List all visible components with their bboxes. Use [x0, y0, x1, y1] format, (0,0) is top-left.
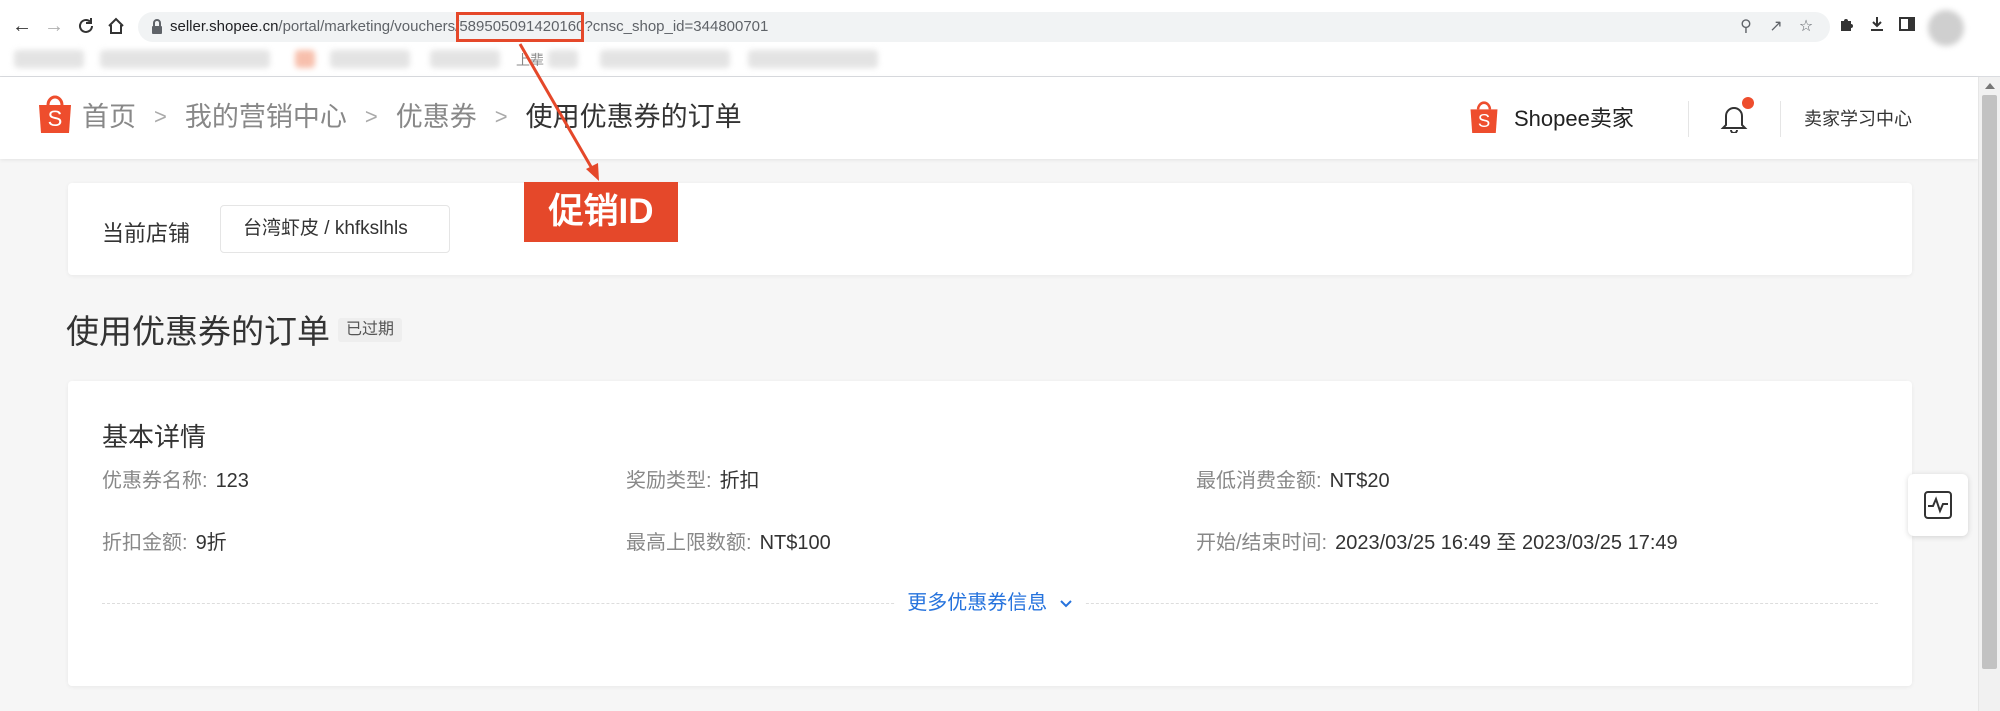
bookmark-item[interactable]: [100, 50, 270, 68]
field-key: 最低消费金额:: [1196, 470, 1322, 492]
details-title: 基本详情: [102, 422, 207, 452]
status-badge: 已过期: [338, 318, 403, 342]
bookmarks-bar: 上辈: [0, 46, 1000, 74]
breadcrumb-vouchers[interactable]: 优惠券: [396, 99, 477, 135]
page-title: 使用优惠券的订单: [66, 313, 330, 350]
seller-logo[interactable]: S Shopee卖家: [1468, 99, 1634, 135]
breadcrumb-separator: >: [154, 104, 167, 129]
field-value: NT$100: [759, 532, 831, 554]
floating-monitor-button[interactable]: [1908, 474, 1968, 536]
bookmark-item[interactable]: [748, 50, 878, 68]
share-icon[interactable]: ↗: [1766, 17, 1786, 37]
bookmark-item[interactable]: [330, 50, 410, 68]
app-header: S 首页 > 我的营销中心 > 优惠券 > 使用优惠券的订单 S Shopee卖…: [0, 77, 1978, 159]
star-icon[interactable]: ☆: [1796, 17, 1816, 37]
field-key: 最高上限数额:: [626, 532, 752, 554]
field-max-cap: 最高上限数额: NT$100: [626, 530, 831, 556]
more-voucher-info-link[interactable]: 更多优惠券信息: [895, 592, 1085, 614]
browser-chrome: ← → seller.shopee.cn/portal/marketing/vo…: [0, 0, 2000, 77]
notification-dot: [1742, 97, 1754, 109]
field-value: 折扣: [719, 470, 760, 492]
breadcrumb: 首页 > 我的营销中心 > 优惠券 > 使用优惠券的订单: [82, 99, 742, 135]
forward-arrow-icon[interactable]: →: [42, 14, 66, 38]
field-value: 2023/03/25 16:49 至 2023/03/25 17:49: [1335, 532, 1678, 554]
annotation-label: 促销ID: [524, 182, 678, 242]
field-value: NT$20: [1329, 470, 1390, 492]
back-arrow-icon[interactable]: ←: [10, 14, 34, 38]
breadcrumb-current: 使用优惠券的订单: [525, 102, 742, 132]
breadcrumb-separator: >: [364, 104, 378, 129]
field-value: 9折: [195, 532, 227, 554]
bookmark-item[interactable]: [600, 50, 730, 68]
bookmark-item[interactable]: [295, 50, 315, 68]
scroll-up-arrow[interactable]: [1985, 83, 1995, 89]
field-discount-amount: 折扣金额: 9折: [102, 530, 227, 556]
bookmark-item-label[interactable]: 上辈: [516, 50, 544, 70]
field-min-spend: 最低消费金额: NT$20: [1196, 468, 1390, 494]
field-voucher-name: 优惠券名称: 123: [102, 468, 249, 494]
shop-label: 当前店铺: [102, 221, 191, 246]
svg-text:S: S: [1478, 110, 1490, 131]
more-voucher-info-label: 更多优惠券信息: [907, 592, 1048, 614]
zoom-icon[interactable]: ⚲: [1736, 17, 1756, 37]
shopee-bag-icon: S: [1470, 101, 1498, 133]
pulse-chart-icon: [1924, 491, 1952, 519]
breadcrumb-separator: >: [494, 104, 508, 129]
puzzle-icon[interactable]: [1836, 15, 1858, 37]
shop-selector-card: 当前店铺 台湾虾皮 / khfkslhls: [68, 183, 1912, 275]
breadcrumb-home[interactable]: 首页: [82, 99, 136, 135]
reload-icon[interactable]: [74, 14, 98, 38]
address-bar[interactable]: seller.shopee.cn/portal/marketing/vouche…: [138, 12, 1830, 42]
home-icon[interactable]: [104, 14, 128, 38]
shop-select[interactable]: 台湾虾皮 / khfkslhls: [220, 205, 450, 253]
annotation-highlight-box: [456, 12, 584, 42]
profile-avatar[interactable]: [1928, 10, 1964, 46]
download-icon[interactable]: [1866, 15, 1888, 37]
field-key: 优惠券名称:: [102, 470, 208, 492]
breadcrumb-marketing-center[interactable]: 我的营销中心: [185, 99, 347, 135]
field-value: 123: [215, 470, 249, 492]
shopee-bag-icon[interactable]: S: [36, 93, 74, 135]
field-key: 折扣金额:: [102, 532, 188, 554]
sidebar-icon[interactable]: [1896, 15, 1918, 37]
chevron-down-icon: [1060, 600, 1072, 608]
field-key: 奖励类型:: [626, 470, 712, 492]
bookmark-item[interactable]: [14, 50, 84, 68]
svg-text:S: S: [48, 106, 63, 131]
header-divider: [1688, 101, 1689, 137]
field-key: 开始/结束时间:: [1196, 532, 1328, 554]
details-card: 基本详情 优惠券名称: 123 奖励类型: 折扣 最低消费金额: NT$20 折扣金额…: [68, 381, 1912, 686]
more-voucher-info: 更多优惠券信息: [68, 591, 1912, 615]
page-scrollbar[interactable]: [1978, 77, 2000, 711]
bookmark-item[interactable]: [548, 50, 578, 68]
field-reward-type: 奖励类型: 折扣: [626, 468, 760, 494]
lock-icon[interactable]: [150, 18, 164, 36]
bookmark-item[interactable]: [430, 50, 500, 68]
field-start-end-time: 开始/结束时间: 2023/03/25 16:49 至 2023/03/25 17…: [1196, 530, 1678, 556]
learn-center-link[interactable]: 卖家学习中心: [1804, 105, 1912, 131]
header-divider: [1780, 101, 1781, 137]
scrollbar-thumb[interactable]: [1982, 95, 1997, 669]
seller-logo-text: Shopee卖家: [1514, 106, 1634, 131]
